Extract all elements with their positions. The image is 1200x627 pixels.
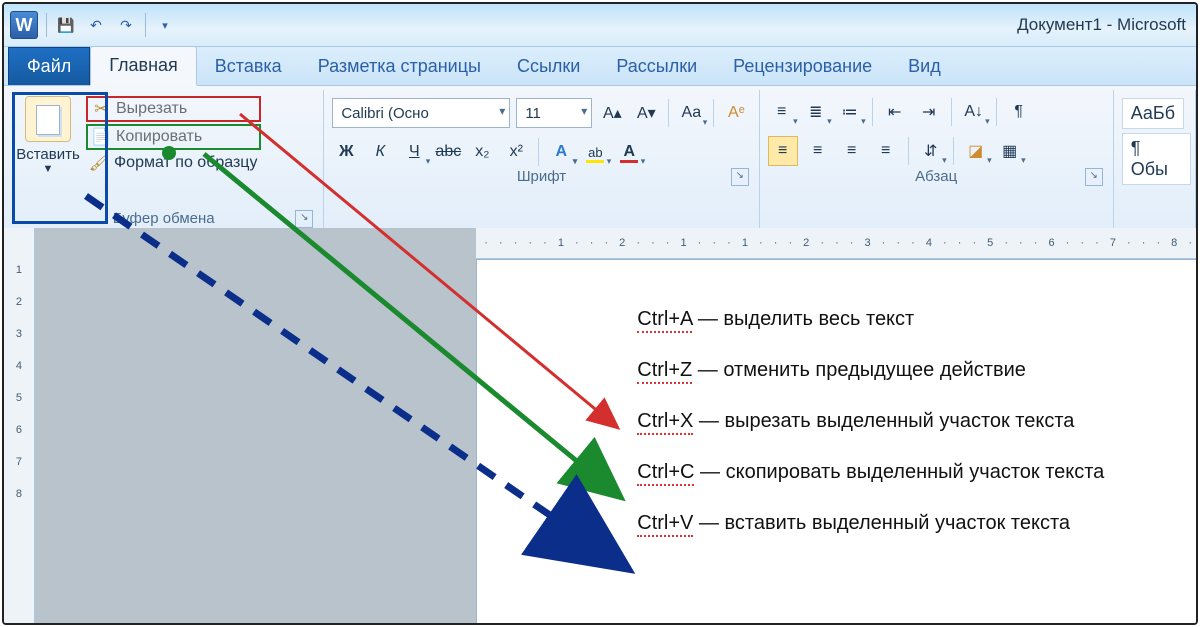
font-name-combo[interactable]: Calibri (Осно [332,98,510,128]
tab-review[interactable]: Рецензирование [715,48,890,85]
brush-icon: 🖌 [90,154,108,172]
window-title: Документ1 - Microsoft [1017,15,1190,35]
change-case-button[interactable]: Aa [677,99,705,127]
align-right-button[interactable]: ≡ [838,137,866,165]
doc-line-5: Ctrl+V — вставить выделенный участок тек… [637,512,1176,535]
doc-line-1: Ctrl+A — выделить весь текст [637,308,1176,331]
group-paragraph: ≡ ≣ ≔ ⇤ ⇥ A↓ ¶ ≡ ≡ ≡ ≡ ⇵ [760,90,1114,232]
quick-access-toolbar: 💾 ↶ ↷ ▾ [44,12,178,38]
annotation-dot [162,146,176,160]
cut-label: Вырезать [116,100,187,118]
doc-line-3: Ctrl+X — вырезать выделенный участок тек… [637,410,1176,433]
scissors-icon: ✂ [92,100,110,118]
decrease-indent-button[interactable]: ⇤ [881,98,909,126]
tab-file[interactable]: Файл [8,47,90,85]
doc-line-4: Ctrl+C — скопировать выделенный участок … [637,461,1176,484]
tab-refs[interactable]: Ссылки [499,48,598,85]
font-dialog-launcher[interactable]: ↘ [731,168,749,186]
italic-button[interactable]: К [366,138,394,166]
tab-home[interactable]: Главная [90,46,197,86]
tab-insert[interactable]: Вставка [197,48,300,85]
group-paragraph-label: Абзац [915,168,957,185]
clear-formatting-button[interactable]: Aᵉ [722,99,750,127]
copy-button[interactable]: 📄 Копировать [86,124,261,150]
qat-more-icon[interactable]: ▾ [152,12,178,38]
tab-mail[interactable]: Рассылки [598,48,715,85]
paste-label: Вставить [16,146,80,163]
paste-icon [25,96,71,142]
copy-icon: 📄 [92,128,110,146]
borders-button[interactable]: ▦ [996,137,1024,165]
group-font: Calibri (Осно 11 A▴ A▾ Aa Aᵉ Ж К Ч abc x… [324,90,759,232]
strikethrough-button[interactable]: abc [434,138,462,166]
align-center-button[interactable]: ≡ [804,137,832,165]
paste-button[interactable]: Вставить ▼ [12,90,84,175]
word-app-icon: W [10,11,38,39]
redo-icon[interactable]: ↷ [113,12,139,38]
align-left-button[interactable]: ≡ [768,136,798,166]
chevron-down-icon[interactable]: ▼ [43,163,54,175]
font-color-button[interactable]: A [615,138,643,166]
subscript-button[interactable]: x₂ [468,138,496,166]
font-size-combo[interactable]: 11 [516,98,592,128]
group-clipboard-label: Буфер обмена [113,210,215,227]
group-styles: АаБб ¶ Обы [1114,90,1196,232]
show-marks-button[interactable]: ¶ [1005,98,1033,126]
doc-line-2: Ctrl+Z — отменить предыдущее действие [637,359,1176,382]
increase-indent-button[interactable]: ⇥ [915,98,943,126]
numbering-button[interactable]: ≣ [802,98,830,126]
ribbon-tabs: Файл Главная Вставка Разметка страницы С… [4,47,1196,86]
tab-layout[interactable]: Разметка страницы [300,48,499,85]
multilevel-button[interactable]: ≔ [836,98,864,126]
document-page[interactable]: Ctrl+A — выделить весь текст Ctrl+Z — от… [476,259,1196,623]
group-clipboard: Вставить ▼ ✂ Вырезать 📄 Копировать 🖌 Фор… [4,90,324,232]
grow-font-button[interactable]: A▴ [598,99,626,127]
copy-label: Копировать [116,128,202,146]
document-workspace: 1 2 3 4 5 6 7 8 · · · · · 1 · · · 2 · · … [4,228,1196,623]
ribbon: Вставить ▼ ✂ Вырезать 📄 Копировать 🖌 Фор… [4,86,1196,233]
undo-icon[interactable]: ↶ [83,12,109,38]
format-painter-label: Формат по образцу [114,154,257,172]
cut-button[interactable]: ✂ Вырезать [86,96,261,122]
justify-button[interactable]: ≡ [872,137,900,165]
underline-button[interactable]: Ч [400,138,428,166]
text-effects-button[interactable]: A [547,138,575,166]
clipboard-dialog-launcher[interactable]: ↘ [295,210,313,228]
bold-button[interactable]: Ж [332,138,360,166]
paragraph-dialog-launcher[interactable]: ↘ [1085,168,1103,186]
style-preview-2[interactable]: ¶ Обы [1122,133,1191,185]
vertical-ruler: 1 2 3 4 5 6 7 8 [4,228,35,623]
title-bar: W 💾 ↶ ↷ ▾ Документ1 - Microsoft [4,4,1196,47]
tab-view[interactable]: Вид [890,48,959,85]
line-spacing-button[interactable]: ⇵ [917,137,945,165]
margin-area [35,228,476,623]
style-preview-1[interactable]: АаБб [1122,98,1184,129]
horizontal-ruler: · · · · · 1 · · · 2 · · · 1 · · · 1 · · … [476,228,1196,259]
save-icon[interactable]: 💾 [53,12,79,38]
bullets-button[interactable]: ≡ [768,98,796,126]
group-font-label: Шрифт [517,168,566,185]
sort-button[interactable]: A↓ [960,98,988,126]
highlight-button[interactable]: ab [581,138,609,166]
shading-button[interactable]: ◪ [962,137,990,165]
shrink-font-button[interactable]: A▾ [632,99,660,127]
superscript-button[interactable]: x² [502,138,530,166]
